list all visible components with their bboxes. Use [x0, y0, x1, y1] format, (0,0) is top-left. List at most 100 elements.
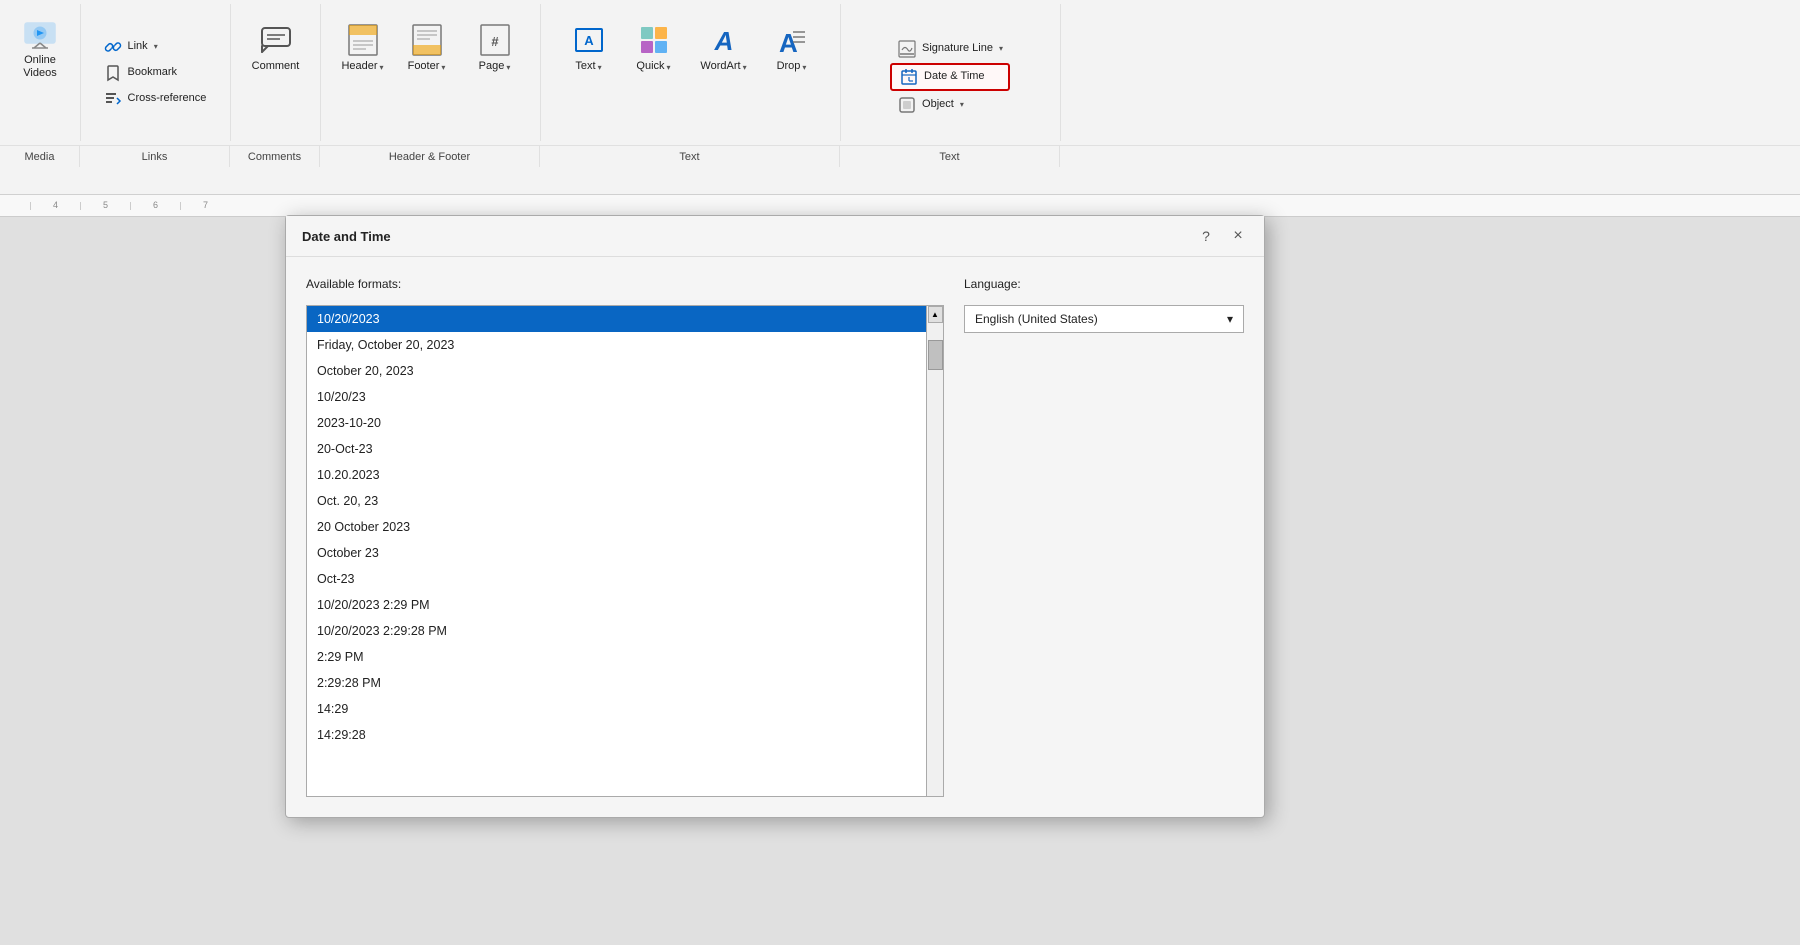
ribbon-group-links: Link ▾ Bookmark [81, 4, 231, 141]
ribbon-group-media: Online Videos [0, 4, 81, 141]
comment-button[interactable]: Comment [244, 8, 308, 88]
signature-line-icon [898, 40, 916, 58]
page-number-icon: # [478, 22, 512, 58]
quick-parts-button[interactable]: Quick ▾ [622, 8, 686, 88]
wordart-label: WordArt [700, 60, 740, 73]
language-dropdown-arrow: ▾ [1227, 312, 1233, 326]
bookmark-button[interactable]: Bookmark [96, 61, 216, 85]
object-icon [898, 96, 916, 114]
comment-icon [258, 22, 294, 58]
ruler-tick-6: 6 [130, 202, 180, 210]
ruler-tick-7: 7 [180, 202, 230, 210]
language-dropdown[interactable]: English (United States) ▾ [964, 305, 1244, 333]
format-list-item[interactable]: 14:29:28 [307, 722, 926, 748]
format-list-item[interactable]: 10/20/23 [307, 384, 926, 410]
text2-group-label: Text [939, 151, 959, 163]
header-button[interactable]: Header ▾ [333, 8, 393, 88]
cross-reference-label: Cross-reference [128, 92, 207, 105]
format-list-item[interactable]: Oct-23 [307, 566, 926, 592]
quick-parts-label-arrow: Quick ▾ [636, 60, 670, 73]
page-number-label-with-arrow: Page ▾ [479, 60, 511, 73]
format-list-item[interactable]: 2:29 PM [307, 644, 926, 670]
format-list-item[interactable]: Oct. 20, 23 [307, 488, 926, 514]
format-list-item[interactable]: 20 October 2023 [307, 514, 926, 540]
header-label-with-arrow: Header ▾ [341, 60, 383, 73]
format-list-item[interactable]: 20-Oct-23 [307, 436, 926, 462]
format-list-item[interactable]: 2:29:28 PM [307, 670, 926, 696]
ribbon-labels-row: Media Links Comments Header & Footer Tex… [0, 145, 1800, 167]
format-list-item[interactable]: October 20, 2023 [307, 358, 926, 384]
footer-icon [410, 22, 444, 58]
scrollbar-thumb[interactable] [928, 340, 943, 370]
format-list-container: 10/20/2023Friday, October 20, 2023Octobe… [306, 305, 944, 797]
ruler: 4 5 6 7 [0, 195, 1800, 217]
format-list-item[interactable]: Friday, October 20, 2023 [307, 332, 926, 358]
date-time-icon [900, 68, 918, 86]
dialog-left-panel: Available formats: 10/20/2023Friday, Oct… [306, 277, 944, 797]
links-label-cell: Links [80, 146, 230, 167]
date-time-dialog: Date and Time ? × Available formats: 10/… [285, 215, 1265, 818]
online-videos-icon [22, 16, 58, 52]
format-list-item[interactable]: 10/20/2023 [307, 306, 926, 332]
online-videos-button[interactable]: Online Videos [8, 8, 72, 88]
scrollbar-up-arrow[interactable]: ▲ [928, 306, 943, 323]
dialog-close-button[interactable]: × [1228, 226, 1248, 246]
link-button[interactable]: Link ▾ [96, 35, 216, 59]
drop-cap-label: Drop [777, 60, 801, 73]
object-label: Object [922, 98, 954, 111]
text-box-button[interactable]: A Text ▾ [560, 8, 618, 88]
ruler-tick-4: 4 [30, 202, 80, 210]
dialog-title: Date and Time [302, 229, 391, 244]
drop-cap-button[interactable]: A Drop ▾ [762, 8, 822, 88]
format-list-item[interactable]: October 23 [307, 540, 926, 566]
object-button[interactable]: Object ▾ [890, 93, 1010, 117]
signature-line-button[interactable]: Signature Line ▾ [890, 37, 1011, 61]
links-group-inner: Link ▾ Bookmark [96, 8, 216, 137]
media-label-cell: Media [0, 146, 80, 167]
ribbon-group-header-footer: Header ▾ [321, 4, 541, 141]
format-list-item[interactable]: 10/20/2023 2:29:28 PM [307, 618, 926, 644]
svg-text:A: A [713, 26, 733, 56]
quick-parts-icon [637, 22, 671, 58]
comments-label-cell: Comments [230, 146, 320, 167]
dialog-help-button[interactable]: ? [1196, 226, 1216, 246]
date-time-button[interactable]: Date & Time [890, 63, 1010, 91]
header-label: Header [341, 60, 377, 73]
dialog-title-controls: ? × [1196, 226, 1248, 246]
text-box-label: Text [575, 60, 595, 73]
format-list[interactable]: 10/20/2023Friday, October 20, 2023Octobe… [306, 305, 927, 797]
header-icon [346, 22, 380, 58]
drop-cap-icon: A [775, 22, 809, 58]
date-time-label: Date & Time [924, 70, 985, 83]
cross-reference-button[interactable]: Cross-reference [96, 87, 216, 111]
language-value: English (United States) [975, 312, 1098, 326]
text2-label-cell: Text [840, 146, 1060, 167]
link-arrow: ▾ [154, 42, 158, 51]
online-videos-label: Online Videos [23, 54, 56, 80]
wordart-label-arrow: WordArt ▾ [700, 60, 746, 73]
footer-label-with-arrow: Footer ▾ [408, 60, 446, 73]
dialog-right-panel: Language: English (United States) ▾ [964, 277, 1244, 797]
wordart-button[interactable]: A WordArt ▾ [690, 8, 758, 88]
quick-parts-label: Quick [636, 60, 664, 73]
wordart-icon: A [705, 22, 743, 58]
format-list-item[interactable]: 10.20.2023 [307, 462, 926, 488]
page-number-button[interactable]: # Page ▾ [461, 8, 529, 88]
text-group-label: Text [679, 151, 699, 163]
dialog-titlebar: Date and Time ? × [286, 216, 1264, 257]
footer-button[interactable]: Footer ▾ [397, 8, 457, 88]
cross-reference-icon [104, 90, 122, 108]
drop-cap-label-arrow: Drop ▾ [777, 60, 807, 73]
object-arrow: ▾ [960, 100, 964, 109]
comment-label: Comment [252, 60, 300, 73]
header-footer-label-cell: Header & Footer [320, 146, 540, 167]
format-list-item[interactable]: 14:29 [307, 696, 926, 722]
help-icon: ? [1202, 228, 1210, 244]
format-list-item[interactable]: 2023-10-20 [307, 410, 926, 436]
comments-group-label: Comments [248, 151, 301, 163]
scrollbar-track[interactable]: ▲ [927, 305, 944, 797]
media-group-inner: Online Videos [8, 8, 72, 137]
header-dropdown-arrow: ▾ [380, 63, 384, 72]
header-footer-group-label: Header & Footer [389, 151, 470, 163]
format-list-item[interactable]: 10/20/2023 2:29 PM [307, 592, 926, 618]
